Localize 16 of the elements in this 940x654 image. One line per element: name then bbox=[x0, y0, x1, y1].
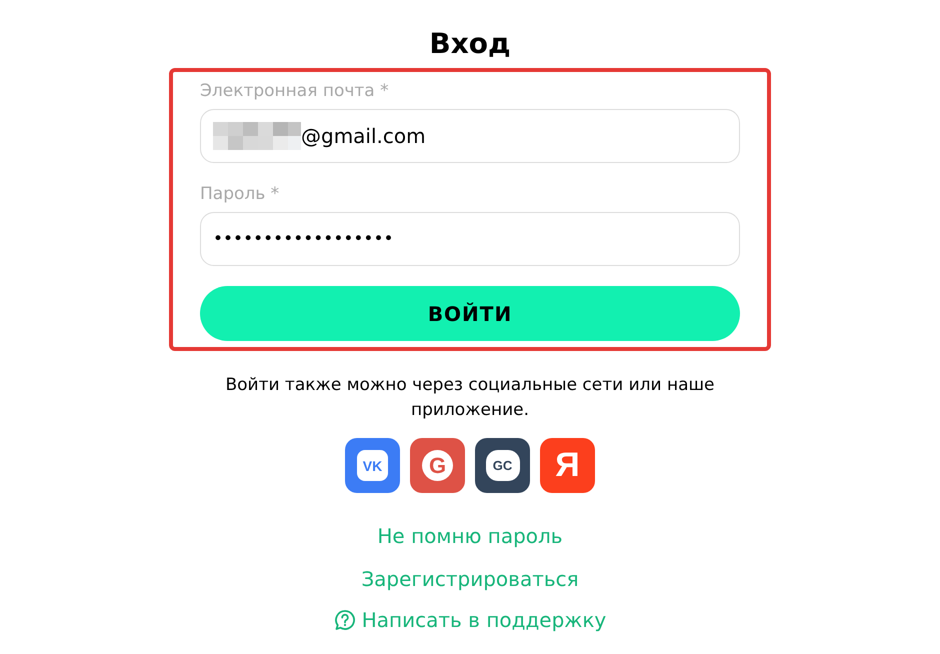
social-login-button[interactable]: Я bbox=[540, 438, 595, 493]
field-label: Электронная почта * bbox=[200, 80, 390, 102]
login-button[interactable]: ВОЙТИ bbox=[200, 286, 740, 341]
text-link[interactable]: Не помню пароль bbox=[377, 523, 563, 549]
social-login-button[interactable]: GC bbox=[475, 438, 530, 493]
field-label: Пароль * bbox=[200, 183, 280, 205]
social-login-text: Войти также можно через социальные сети или наше приложение. bbox=[224, 374, 716, 422]
pixelated-mosaic-icon bbox=[213, 122, 301, 150]
support-link[interactable]: Написать в поддержку bbox=[334, 607, 606, 633]
social-login-button[interactable]: VK bbox=[345, 438, 400, 493]
email-field[interactable]: @gmail.com bbox=[200, 109, 740, 163]
text-link[interactable]: Зарегистрироваться bbox=[361, 566, 579, 592]
help-chat-icon bbox=[334, 609, 356, 631]
page-title: Вход bbox=[429, 26, 511, 62]
password-field[interactable]: •••••••••••••••••• bbox=[200, 212, 740, 266]
social-login-button[interactable]: G bbox=[410, 438, 465, 493]
